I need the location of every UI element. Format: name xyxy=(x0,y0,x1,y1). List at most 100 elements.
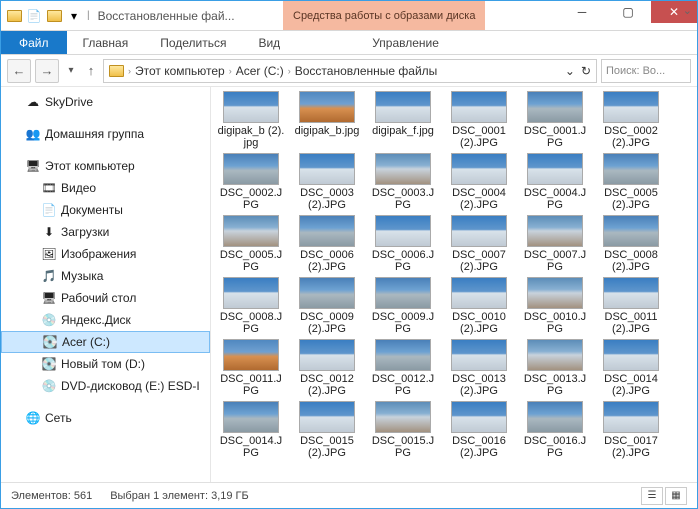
file-item[interactable]: DSC_0008 (2).JPG xyxy=(597,215,665,273)
file-thumbnail xyxy=(603,215,659,247)
file-name: digipak_b.jpg xyxy=(295,125,360,149)
quick-access-toolbar: 📄 ▾ | Восстановленные фай... xyxy=(1,7,239,25)
file-thumbnail xyxy=(527,401,583,433)
forward-button[interactable]: → xyxy=(35,59,59,83)
sidebar-item-network[interactable]: 🌐Сеть xyxy=(1,407,210,429)
file-item[interactable]: DSC_0006 (2).JPG xyxy=(293,215,361,273)
refresh-icon[interactable]: ↻ xyxy=(578,64,594,78)
tree-label: Сеть xyxy=(45,411,72,425)
address-seg-drive[interactable]: Acer (C:) xyxy=(233,64,287,78)
manage-tab[interactable]: Управление xyxy=(356,31,455,54)
file-item[interactable]: digipak_b.jpg xyxy=(293,91,361,149)
sidebar-item-video[interactable]: 🎞Видео xyxy=(1,177,210,199)
file-item[interactable]: DSC_0017 (2).JPG xyxy=(597,401,665,459)
file-item[interactable]: DSC_0008.JPG xyxy=(217,277,285,335)
sidebar-item-homegroup[interactable]: 👥Домашняя группа xyxy=(1,123,210,145)
file-item[interactable]: DSC_0006.JPG xyxy=(369,215,437,273)
file-name: DSC_0001 (2).JPG xyxy=(445,125,513,149)
file-item[interactable]: DSC_0016.JPG xyxy=(521,401,589,459)
address-bar[interactable]: › Этот компьютер › Acer (C:) › Восстанов… xyxy=(103,59,597,83)
sidebar-item-thispc[interactable]: 🖥Этот компьютер xyxy=(1,155,210,177)
sidebar-item-acer[interactable]: 💽Acer (C:) xyxy=(1,331,210,353)
home-tab[interactable]: Главная xyxy=(67,31,145,54)
file-item[interactable]: DSC_0007.JPG xyxy=(521,215,589,273)
sidebar-item-downloads[interactable]: ⬇Загрузки xyxy=(1,221,210,243)
up-button[interactable]: ↑ xyxy=(83,59,99,83)
folder-icon xyxy=(5,7,23,25)
search-input[interactable]: Поиск: Во... xyxy=(601,59,691,83)
recent-dropdown-icon[interactable]: ▾ xyxy=(63,59,79,83)
file-item[interactable]: DSC_0015.JPG xyxy=(369,401,437,459)
tree-label: Видео xyxy=(61,181,96,195)
file-item[interactable]: DSC_0015 (2).JPG xyxy=(293,401,361,459)
file-name: DSC_0015.JPG xyxy=(369,435,437,459)
sidebar-item-desktop[interactable]: 🖥Рабочий стол xyxy=(1,287,210,309)
file-item[interactable]: DSC_0010 (2).JPG xyxy=(445,277,513,335)
file-item[interactable]: DSC_0004.JPG xyxy=(521,153,589,211)
file-item[interactable]: digipak_b (2).jpg xyxy=(217,91,285,149)
homegroup-icon: 👥 xyxy=(25,126,41,142)
file-name: DSC_0010.JPG xyxy=(521,311,589,335)
sidebar-item-skydrive[interactable]: ☁SkyDrive xyxy=(1,91,210,113)
view-details-button[interactable]: ☰ xyxy=(641,487,663,505)
address-dropdown-icon[interactable]: ⌄ xyxy=(562,64,578,78)
file-thumbnail xyxy=(375,153,431,185)
sidebar-item-dvd[interactable]: 💿DVD-дисковод (E:) ESD-I xyxy=(1,375,210,397)
file-item[interactable]: DSC_0010.JPG xyxy=(521,277,589,335)
file-name: digipak_b (2).jpg xyxy=(217,125,285,149)
address-seg-folder[interactable]: Восстановленные файлы xyxy=(292,64,441,78)
maximize-button[interactable]: ▢ xyxy=(605,1,651,23)
file-thumbnail xyxy=(527,339,583,371)
file-thumbnail xyxy=(223,339,279,371)
tree-label: Яндекс.Диск xyxy=(61,313,131,327)
file-item[interactable]: DSC_0011 (2).JPG xyxy=(597,277,665,335)
view-tab[interactable]: Вид xyxy=(242,31,296,54)
sidebar-item-newvol[interactable]: 💽Новый том (D:) xyxy=(1,353,210,375)
file-item[interactable]: DSC_0005 (2).JPG xyxy=(597,153,665,211)
back-button[interactable]: ← xyxy=(7,59,31,83)
file-item[interactable]: DSC_0014 (2).JPG xyxy=(597,339,665,397)
file-item[interactable]: DSC_0016 (2).JPG xyxy=(445,401,513,459)
downloads-icon: ⬇ xyxy=(41,224,57,240)
file-item[interactable]: DSC_0009 (2).JPG xyxy=(293,277,361,335)
file-item[interactable]: DSC_0005.JPG xyxy=(217,215,285,273)
file-thumbnail xyxy=(299,277,355,309)
tree-label: DVD-дисковод (E:) ESD-I xyxy=(61,379,200,393)
file-item[interactable]: DSC_0001 (2).JPG xyxy=(445,91,513,149)
file-item[interactable]: DSC_0014.JPG xyxy=(217,401,285,459)
file-item[interactable]: DSC_0002.JPG xyxy=(217,153,285,211)
qa-dropdown-icon[interactable]: ▾ xyxy=(65,7,83,25)
file-thumbnail xyxy=(451,339,507,371)
address-seg-pc[interactable]: Этот компьютер xyxy=(132,64,228,78)
properties-icon[interactable]: 📄 xyxy=(25,7,43,25)
file-item[interactable]: DSC_0003.JPG xyxy=(369,153,437,211)
sidebar-item-pictures[interactable]: 🖼Изображения xyxy=(1,243,210,265)
file-thumbnail xyxy=(451,401,507,433)
minimize-button[interactable]: ─ xyxy=(559,1,605,23)
file-item[interactable]: DSC_0001.JPG xyxy=(521,91,589,149)
file-name: DSC_0016 (2).JPG xyxy=(445,435,513,459)
file-item[interactable]: DSC_0012.JPG xyxy=(369,339,437,397)
file-item[interactable]: DSC_0011.JPG xyxy=(217,339,285,397)
file-item[interactable]: DSC_0013 (2).JPG xyxy=(445,339,513,397)
file-item[interactable]: DSC_0013.JPG xyxy=(521,339,589,397)
file-thumbnail xyxy=(527,215,583,247)
share-tab[interactable]: Поделиться xyxy=(144,31,242,54)
file-item[interactable]: DSC_0002 (2).JPG xyxy=(597,91,665,149)
file-tab[interactable]: Файл xyxy=(1,31,67,54)
view-thumbnails-button[interactable]: ▦ xyxy=(665,487,687,505)
file-grid[interactable]: digipak_b (2).jpg digipak_b.jpg digipak_f.… xyxy=(211,87,697,482)
new-folder-icon[interactable] xyxy=(45,7,63,25)
file-item[interactable]: DSC_0012 (2).JPG xyxy=(293,339,361,397)
sidebar-item-music[interactable]: 🎵Музыка xyxy=(1,265,210,287)
sidebar-item-documents[interactable]: 📄Документы xyxy=(1,199,210,221)
sidebar-item-yadisk[interactable]: 💿Яндекс.Диск xyxy=(1,309,210,331)
file-item[interactable]: DSC_0009.JPG xyxy=(369,277,437,335)
ribbon-expand-icon[interactable]: ⌄ xyxy=(683,4,692,17)
file-item[interactable]: DSC_0007 (2).JPG xyxy=(445,215,513,273)
file-item[interactable]: DSC_0003 (2).JPG xyxy=(293,153,361,211)
file-item[interactable]: digipak_f.jpg xyxy=(369,91,437,149)
file-thumbnail xyxy=(299,401,355,433)
file-name: DSC_0006 (2).JPG xyxy=(293,249,361,273)
file-item[interactable]: DSC_0004 (2).JPG xyxy=(445,153,513,211)
